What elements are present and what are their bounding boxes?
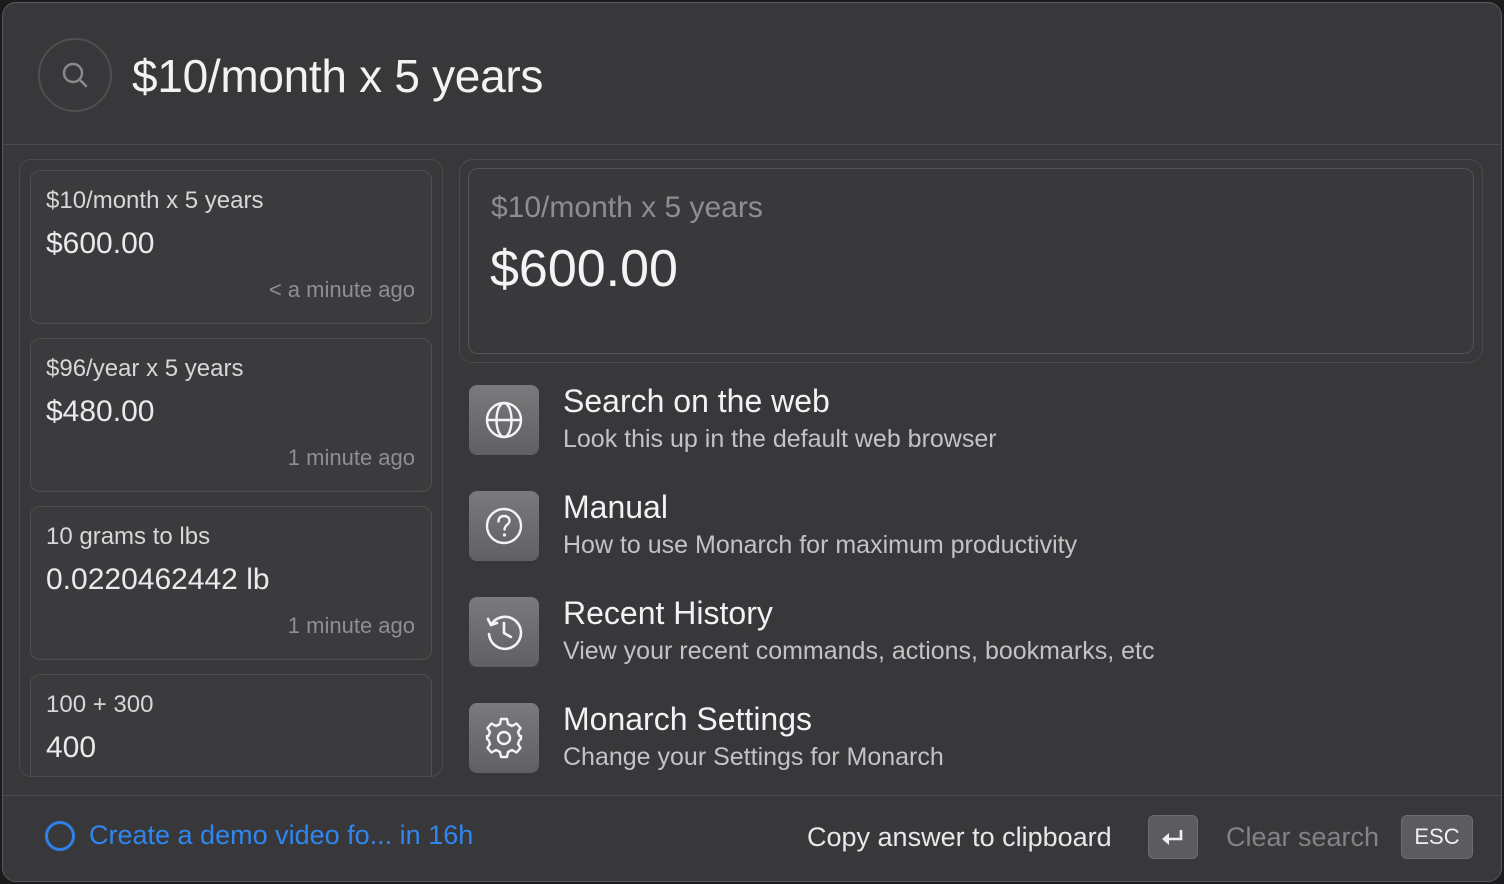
history-card[interactable]: $96/year x 5 years $480.00 1 minute ago [30, 338, 432, 492]
history-answer: $600.00 [46, 227, 155, 260]
copy-answer-label[interactable]: Copy answer to clipboard [807, 822, 1112, 853]
history-icon [469, 597, 539, 667]
action-desc: Look this up in the default web browser [563, 425, 997, 453]
globe-icon [469, 385, 539, 455]
history-panel: $10/month x 5 years $600.00 < a minute a… [19, 159, 443, 777]
action-title: Search on the web [563, 383, 830, 419]
question-icon [469, 491, 539, 561]
search-input[interactable]: $10/month x 5 years [132, 49, 543, 103]
action-search-web[interactable]: Search on the web Look this up in the de… [469, 383, 1479, 463]
history-answer: 0.0220462442 lb [46, 563, 270, 596]
history-card[interactable]: $10/month x 5 years $600.00 < a minute a… [30, 170, 432, 324]
action-desc: View your recent commands, actions, book… [563, 637, 1155, 665]
reminder-link[interactable]: Create a demo video fo... in 16h [45, 820, 473, 851]
answer-query: $10/month x 5 years [491, 191, 763, 224]
history-answer: 400 [46, 731, 97, 764]
clear-search-label[interactable]: Clear search [1226, 822, 1379, 853]
action-title: Monarch Settings [563, 701, 813, 737]
history-answer: $480.00 [46, 395, 155, 428]
history-card[interactable]: 100 + 300 400 [30, 674, 432, 776]
action-manual[interactable]: Manual How to use Monarch for maximum pr… [469, 489, 1479, 569]
history-query: $96/year x 5 years [46, 355, 244, 382]
history-query: 10 grams to lbs [46, 523, 211, 550]
esc-key-button[interactable]: ESC [1401, 815, 1473, 859]
search-icon [38, 38, 112, 112]
action-recent-history[interactable]: Recent History View your recent commands… [469, 595, 1479, 675]
history-query: $10/month x 5 years [46, 187, 264, 214]
reminder-circle-icon [45, 820, 75, 851]
action-desc: Change your Settings for Monarch [563, 743, 944, 771]
gear-icon [469, 703, 539, 773]
action-title: Recent History [563, 595, 773, 631]
action-monarch-settings[interactable]: Monarch Settings Change your Settings fo… [469, 701, 1479, 781]
answer-card[interactable]: $10/month x 5 years $600.00 [468, 168, 1474, 354]
history-query: 100 + 300 [46, 691, 154, 718]
footer-bar: Create a demo video fo... in 16h Copy an… [3, 795, 1501, 881]
monarch-window: $10/month x 5 years $10/month x 5 years … [2, 2, 1502, 882]
return-key-button[interactable] [1148, 815, 1198, 859]
action-desc: How to use Monarch for maximum productiv… [563, 531, 1078, 559]
action-title: Manual [563, 489, 668, 525]
search-bar: $10/month x 5 years [3, 3, 1501, 145]
history-card[interactable]: 10 grams to lbs 0.0220462442 lb 1 minute… [30, 506, 432, 660]
history-time: 1 minute ago [287, 613, 415, 638]
answer-value: $600.00 [490, 240, 678, 298]
history-time: < a minute ago [268, 277, 415, 302]
reminder-text: Create a demo video fo... in 16h [89, 820, 474, 850]
history-time: 1 minute ago [287, 445, 415, 470]
return-icon [1162, 830, 1183, 845]
answer-panel: $10/month x 5 years $600.00 [459, 159, 1483, 363]
